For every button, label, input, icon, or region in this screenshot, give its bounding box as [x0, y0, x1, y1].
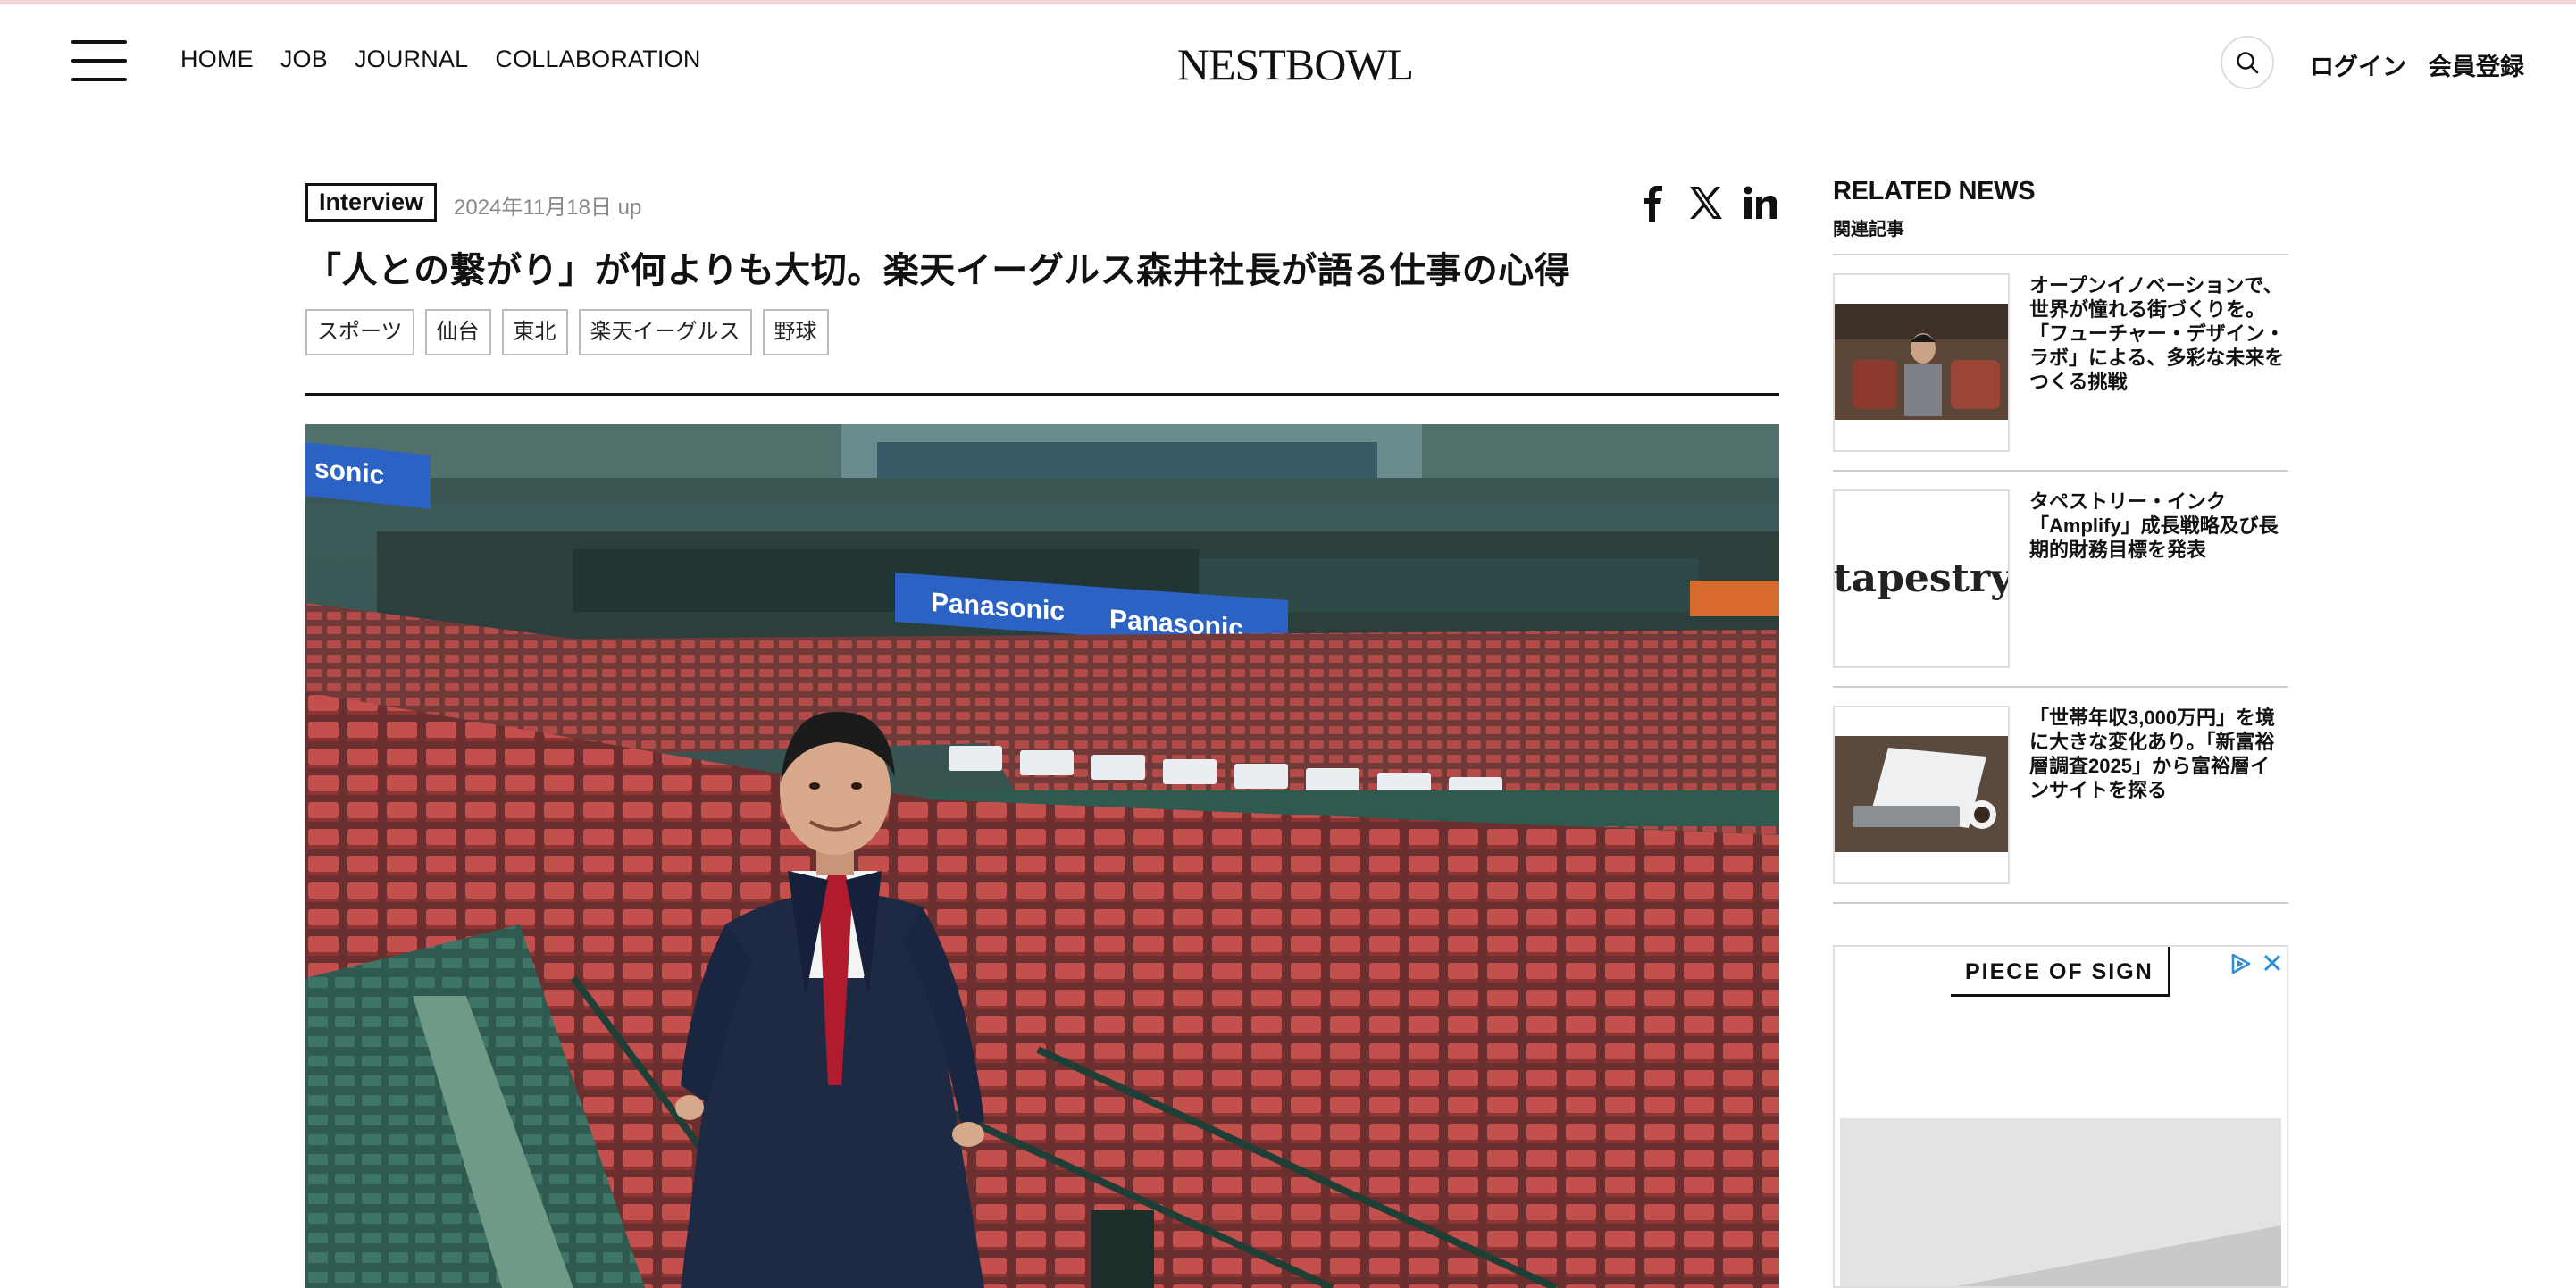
- tag-sports[interactable]: スポーツ: [305, 309, 414, 355]
- hamburger-menu-icon[interactable]: [71, 40, 127, 81]
- tag-tohoku[interactable]: 東北: [501, 309, 568, 355]
- divider: [1833, 902, 2288, 904]
- tag-baseball[interactable]: 野球: [762, 309, 829, 355]
- divider: [1833, 470, 2288, 472]
- logo-text: NESTBOWL: [1177, 39, 1413, 89]
- ad-brand-label: PIECE OF SIGN: [1951, 947, 2170, 997]
- x-icon[interactable]: [1688, 186, 1724, 220]
- facebook-icon[interactable]: [1640, 186, 1669, 222]
- adchoices-icon[interactable]: [2229, 952, 2253, 975]
- nav-job[interactable]: JOB: [280, 46, 328, 73]
- hero-image: Panasonic Panasonic sonic: [305, 424, 1779, 1288]
- related-thumb-3: [1833, 706, 2010, 884]
- close-icon[interactable]: [2262, 952, 2283, 974]
- related-item-1-text: オープンイノベーションで、世界が憧れる街づくりを。「フューチャー・デザイン・ラボ…: [2029, 274, 2285, 393]
- article-title: 「人との繋がり」が何よりも大切。楽天イーグルス森井社長が語る仕事の心得: [305, 251, 1571, 290]
- stadium-photo: Panasonic Panasonic sonic: [305, 424, 1779, 1288]
- search-icon: [2237, 52, 2259, 74]
- related-item-1[interactable]: オープンイノベーションで、世界が憧れる街づくりを。「フューチャー・デザイン・ラボ…: [1833, 273, 2288, 452]
- divider: [1833, 254, 2288, 255]
- nav-journal[interactable]: JOURNAL: [355, 46, 468, 73]
- tag-rakuten-eagles[interactable]: 楽天イーグルス: [578, 309, 752, 355]
- register-link[interactable]: 会員登録: [2428, 47, 2524, 82]
- tapestry-logo: tapestry: [1835, 556, 2010, 601]
- related-news-subheading: 関連記事: [1833, 220, 1904, 239]
- nav-collaboration[interactable]: COLLABORATION: [495, 46, 700, 73]
- search-button[interactable]: [2221, 36, 2274, 89]
- related-news-heading: RELATED NEWS: [1833, 177, 2036, 205]
- related-thumb-2: tapestry: [1833, 489, 2010, 668]
- nav-home[interactable]: HOME: [180, 46, 254, 73]
- related-item-2[interactable]: tapestry タペストリー・インク「Amplify」成長戦略及び長期的財務目…: [1833, 489, 2288, 668]
- main-nav: HOME JOB JOURNAL COLLABORATION: [180, 46, 728, 73]
- linkedin-icon[interactable]: [1744, 186, 1777, 220]
- category-badge[interactable]: Interview: [305, 183, 438, 222]
- related-item-3-text: 「世帯年収3,000万円」を境に大きな変化あり。「新富裕層調査2025」から富裕…: [2029, 707, 2276, 801]
- publish-date: 2024年11月18日 up: [454, 196, 642, 220]
- divider: [1833, 686, 2288, 688]
- site-logo[interactable]: NESTBOWL: [1161, 37, 1429, 90]
- tag-sendai[interactable]: 仙台: [424, 309, 491, 355]
- related-item-3[interactable]: 「世帯年収3,000万円」を境に大きな変化あり。「新富裕層調査2025」から富裕…: [1833, 706, 2288, 884]
- ad-image: [1840, 1118, 2281, 1286]
- related-item-2-text: タペストリー・インク「Amplify」成長戦略及び長期的財務目標を発表: [2029, 490, 2279, 561]
- tag-list: スポーツ 仙台 東北 楽天イーグルス 野球: [305, 309, 829, 355]
- site-header: HOME JOB JOURNAL COLLABORATION NESTBOWL …: [0, 4, 2576, 112]
- login-link[interactable]: ログイン: [2310, 47, 2406, 82]
- title-divider: [305, 393, 1779, 396]
- related-thumb-1: [1833, 273, 2010, 452]
- ad-box[interactable]: PIECE OF SIGN: [1833, 945, 2288, 1288]
